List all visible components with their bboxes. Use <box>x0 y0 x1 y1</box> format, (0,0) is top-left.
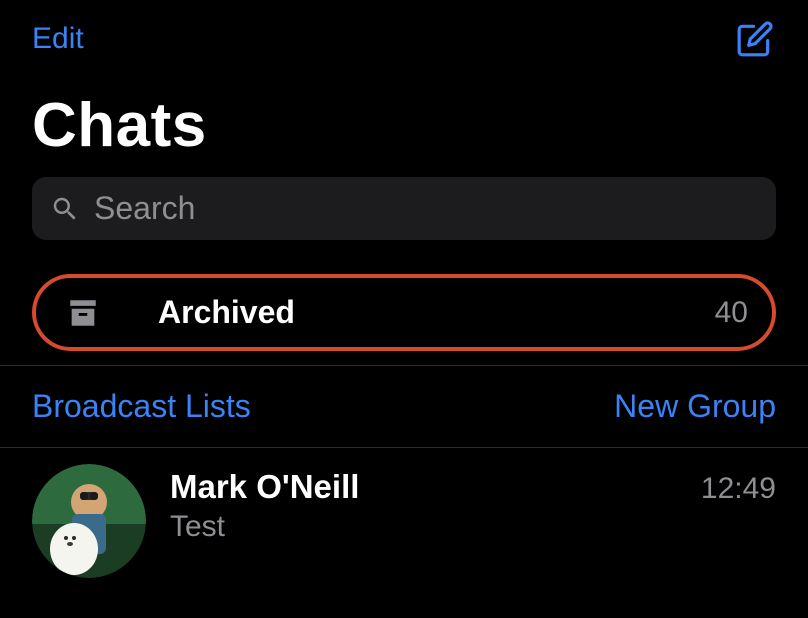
search-bar[interactable] <box>32 177 776 240</box>
page-title: Chats <box>0 60 808 177</box>
search-input[interactable] <box>94 190 758 227</box>
search-wrapper <box>0 177 808 258</box>
compose-icon <box>736 20 774 58</box>
new-group-button[interactable]: New Group <box>614 388 776 425</box>
chat-time: 12:49 <box>701 472 776 506</box>
chat-content: Mark O'Neill 12:49 Test <box>170 464 776 578</box>
chat-name: Mark O'Neill <box>170 468 359 506</box>
chat-message: Test <box>170 510 776 544</box>
archived-row[interactable]: Archived 40 <box>32 274 776 351</box>
search-icon <box>50 194 80 224</box>
broadcast-lists-button[interactable]: Broadcast Lists <box>32 388 251 425</box>
edit-button[interactable]: Edit <box>32 22 84 56</box>
top-bar: Edit <box>0 0 808 60</box>
archived-count: 40 <box>715 296 748 330</box>
compose-button[interactable] <box>734 18 776 60</box>
archived-wrapper: Archived 40 <box>0 258 808 365</box>
archived-label: Archived <box>158 294 657 331</box>
avatar <box>32 464 146 578</box>
chat-header: Mark O'Neill 12:49 <box>170 468 776 506</box>
actions-row: Broadcast Lists New Group <box>0 365 808 448</box>
chat-row[interactable]: Mark O'Neill 12:49 Test <box>0 448 808 578</box>
archive-icon <box>66 296 100 330</box>
